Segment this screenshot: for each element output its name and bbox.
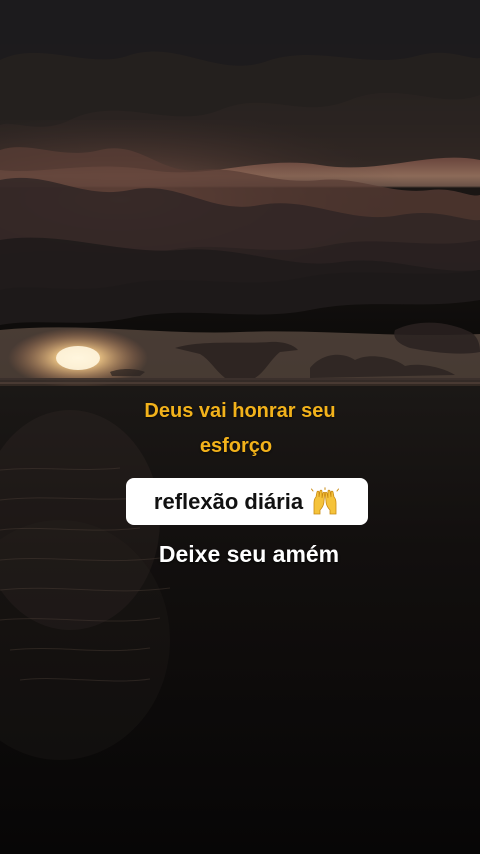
reflexao-diaria-chip: reflexão diária	[126, 478, 368, 525]
caption-overlay: Deus vai honrar seu esforço reflexão diá…	[0, 0, 480, 854]
raising-hands-icon	[311, 486, 340, 514]
headline-line-1: Deus vai honrar seu	[144, 400, 336, 422]
chip-label: reflexão diária	[153, 488, 304, 514]
call-to-action-text: Deixe seu amém	[158, 541, 340, 567]
headline-line-2: esforço	[199, 435, 273, 457]
video-frame: Deus vai honrar seu esforço reflexão diá…	[0, 0, 480, 854]
